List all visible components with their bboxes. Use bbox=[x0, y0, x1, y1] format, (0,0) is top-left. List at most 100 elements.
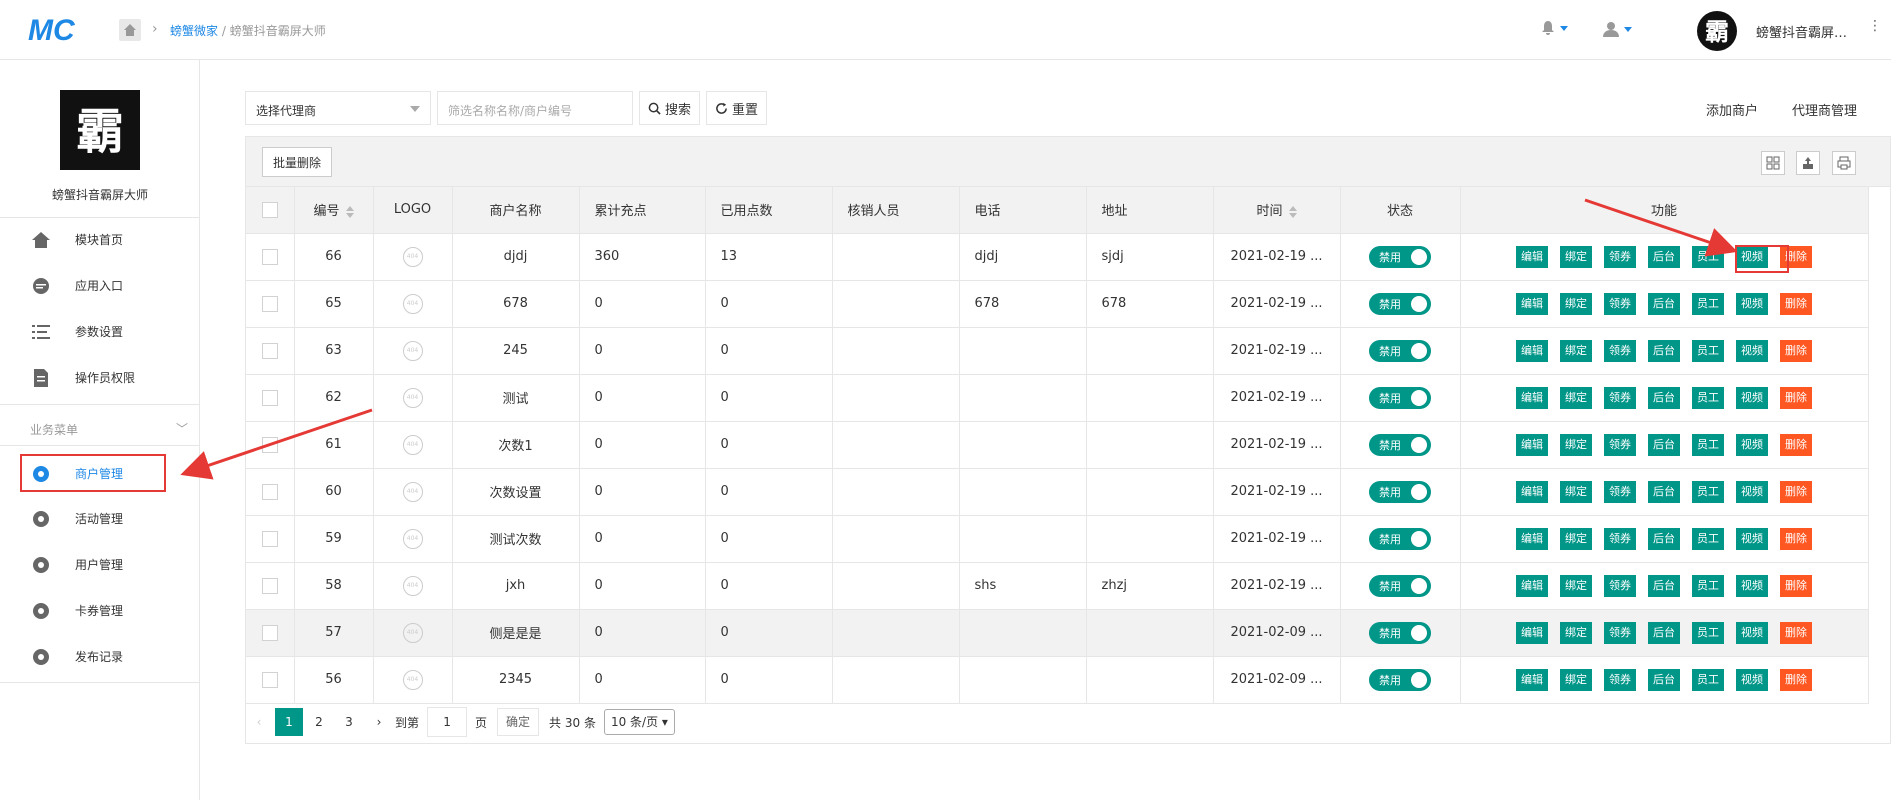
reset-button[interactable]: 重置 bbox=[706, 91, 768, 125]
row-select-cell[interactable] bbox=[246, 468, 295, 516]
delete-button[interactable]: 删除 bbox=[1780, 386, 1812, 409]
sidebar-item-home[interactable]: 模块首页 bbox=[0, 221, 200, 257]
backend-button[interactable]: 后台 bbox=[1648, 386, 1680, 409]
bind-button[interactable]: 绑定 bbox=[1560, 433, 1592, 456]
video-button[interactable]: 视频 bbox=[1736, 292, 1768, 315]
bind-button[interactable]: 绑定 bbox=[1560, 480, 1592, 503]
delete-button[interactable]: 删除 bbox=[1780, 480, 1812, 503]
backend-button[interactable]: 后台 bbox=[1648, 621, 1680, 644]
coupon-button[interactable]: 领券 bbox=[1604, 339, 1636, 362]
row-checkbox[interactable] bbox=[261, 671, 278, 688]
edit-button[interactable]: 编辑 bbox=[1516, 480, 1548, 503]
col-header-id[interactable]: 编号 bbox=[294, 187, 374, 234]
chevron-right-icon[interactable]: › bbox=[365, 708, 393, 736]
row-checkbox[interactable] bbox=[261, 389, 278, 406]
video-button[interactable]: 视频 bbox=[1736, 527, 1768, 550]
agent-select[interactable]: 选择代理商 bbox=[245, 91, 431, 125]
delete-button[interactable]: 删除 bbox=[1780, 433, 1812, 456]
avatar[interactable]: 霸 bbox=[1697, 11, 1737, 51]
delete-button[interactable]: 删除 bbox=[1780, 339, 1812, 362]
backend-button[interactable]: 后台 bbox=[1648, 245, 1680, 268]
coupon-button[interactable]: 领券 bbox=[1604, 386, 1636, 409]
row-select-cell[interactable] bbox=[246, 515, 295, 563]
bind-button[interactable]: 绑定 bbox=[1560, 574, 1592, 597]
bind-button[interactable]: 绑定 bbox=[1560, 386, 1592, 409]
edit-button[interactable]: 编辑 bbox=[1516, 433, 1548, 456]
staff-button[interactable]: 员工 bbox=[1692, 480, 1724, 503]
page-3[interactable]: 3 bbox=[335, 708, 363, 736]
print-icon[interactable] bbox=[1832, 151, 1856, 175]
delete-button[interactable]: 删除 bbox=[1780, 668, 1812, 691]
status-toggle[interactable]: 禁用 bbox=[1369, 292, 1431, 315]
coupon-button[interactable]: 领券 bbox=[1604, 433, 1636, 456]
home-icon[interactable] bbox=[119, 19, 141, 41]
sort-icon[interactable] bbox=[345, 205, 354, 218]
row-checkbox[interactable] bbox=[261, 577, 278, 594]
row-select-cell[interactable] bbox=[246, 656, 295, 704]
row-checkbox[interactable] bbox=[261, 295, 278, 312]
coupon-button[interactable]: 领券 bbox=[1604, 527, 1636, 550]
bind-button[interactable]: 绑定 bbox=[1560, 339, 1592, 362]
app-logo[interactable]: MC bbox=[28, 14, 80, 47]
coupon-button[interactable]: 领券 bbox=[1604, 574, 1636, 597]
video-button[interactable]: 视频 bbox=[1736, 621, 1768, 644]
staff-button[interactable]: 员工 bbox=[1692, 245, 1724, 268]
columns-icon[interactable] bbox=[1761, 151, 1785, 175]
user-name[interactable]: 螃蟹抖音霸屏… bbox=[1756, 22, 1856, 41]
backend-button[interactable]: 后台 bbox=[1648, 339, 1680, 362]
video-button[interactable]: 视频 bbox=[1736, 339, 1768, 362]
bind-button[interactable]: 绑定 bbox=[1560, 245, 1592, 268]
coupon-button[interactable]: 领券 bbox=[1604, 668, 1636, 691]
delete-button[interactable]: 删除 bbox=[1780, 292, 1812, 315]
coupon-button[interactable]: 领券 bbox=[1604, 621, 1636, 644]
sidebar-item-app-entry[interactable]: 应用入口 bbox=[0, 267, 200, 303]
sort-icon[interactable] bbox=[1288, 205, 1297, 218]
edit-button[interactable]: 编辑 bbox=[1516, 527, 1548, 550]
status-toggle[interactable]: 禁用 bbox=[1369, 527, 1431, 550]
backend-button[interactable]: 后台 bbox=[1648, 668, 1680, 691]
bind-button[interactable]: 绑定 bbox=[1560, 292, 1592, 315]
row-checkbox[interactable] bbox=[261, 436, 278, 453]
row-checkbox[interactable] bbox=[261, 248, 278, 265]
chevron-left-icon[interactable]: ‹ bbox=[245, 708, 273, 736]
row-select-cell[interactable] bbox=[246, 609, 295, 657]
row-checkbox[interactable] bbox=[261, 624, 278, 641]
backend-button[interactable]: 后台 bbox=[1648, 527, 1680, 550]
backend-button[interactable]: 后台 bbox=[1648, 480, 1680, 503]
bind-button[interactable]: 绑定 bbox=[1560, 527, 1592, 550]
delete-button[interactable]: 删除 bbox=[1780, 527, 1812, 550]
row-select-cell[interactable] bbox=[246, 374, 295, 422]
row-select-cell[interactable] bbox=[246, 280, 295, 328]
chevron-down-icon[interactable]: ﹀ bbox=[176, 420, 188, 437]
sidebar-item-activities[interactable]: 活动管理 bbox=[0, 500, 200, 536]
status-toggle[interactable]: 禁用 bbox=[1369, 433, 1431, 456]
bind-button[interactable]: 绑定 bbox=[1560, 668, 1592, 691]
status-toggle[interactable]: 禁用 bbox=[1369, 386, 1431, 409]
select-all-cell[interactable] bbox=[246, 187, 295, 234]
edit-button[interactable]: 编辑 bbox=[1516, 668, 1548, 691]
row-select-cell[interactable] bbox=[246, 421, 295, 469]
sidebar-item-settings[interactable]: 参数设置 bbox=[0, 313, 200, 349]
status-toggle[interactable]: 禁用 bbox=[1369, 668, 1431, 691]
video-button[interactable]: 视频 bbox=[1736, 574, 1768, 597]
edit-button[interactable]: 编辑 bbox=[1516, 574, 1548, 597]
staff-button[interactable]: 员工 bbox=[1692, 386, 1724, 409]
bind-button[interactable]: 绑定 bbox=[1560, 621, 1592, 644]
backend-button[interactable]: 后台 bbox=[1648, 574, 1680, 597]
col-header-time[interactable]: 时间 bbox=[1213, 187, 1341, 234]
video-button[interactable]: 视频 bbox=[1736, 433, 1768, 456]
video-button[interactable]: 视频 bbox=[1736, 668, 1768, 691]
staff-button[interactable]: 员工 bbox=[1692, 433, 1724, 456]
batch-delete-button[interactable]: 批量删除 bbox=[262, 147, 333, 177]
row-select-cell[interactable] bbox=[246, 327, 295, 375]
edit-button[interactable]: 编辑 bbox=[1516, 621, 1548, 644]
backend-button[interactable]: 后台 bbox=[1648, 433, 1680, 456]
staff-button[interactable]: 员工 bbox=[1692, 527, 1724, 550]
per-page-select[interactable]: 10 条/页 ▾ bbox=[603, 709, 675, 735]
status-toggle[interactable]: 禁用 bbox=[1369, 574, 1431, 597]
staff-button[interactable]: 员工 bbox=[1692, 574, 1724, 597]
status-toggle[interactable]: 禁用 bbox=[1369, 245, 1431, 268]
edit-button[interactable]: 编辑 bbox=[1516, 245, 1548, 268]
edit-button[interactable]: 编辑 bbox=[1516, 339, 1548, 362]
add-merchant-link[interactable]: 添加商户 bbox=[1706, 100, 1758, 119]
